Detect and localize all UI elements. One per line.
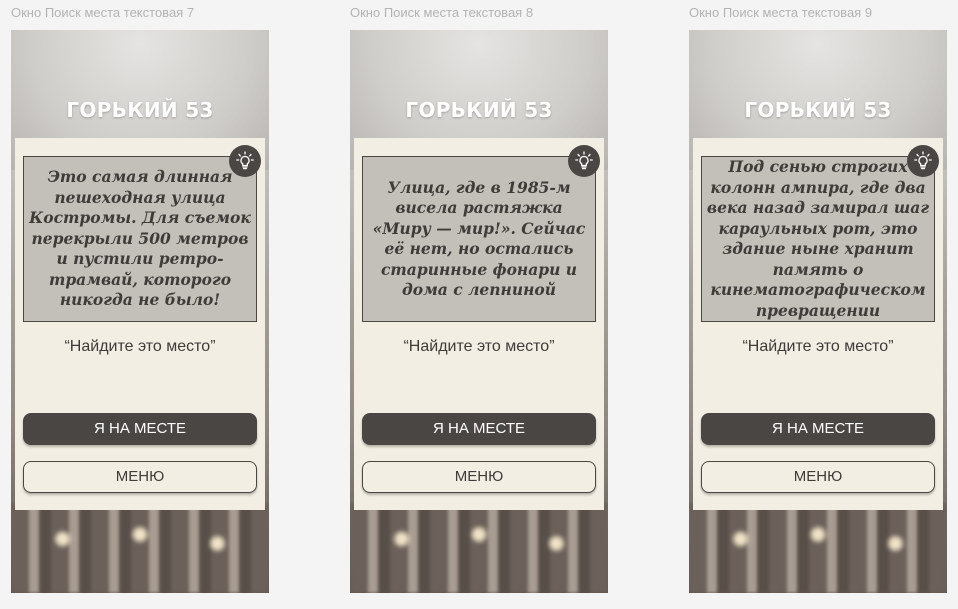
menu-button[interactable]: МЕНЮ: [23, 461, 257, 493]
menu-button[interactable]: МЕНЮ: [362, 461, 596, 493]
hint-button[interactable]: [229, 145, 261, 177]
task-card: Это самая длинная пешеходная улица Костр…: [15, 138, 265, 510]
i-am-here-button[interactable]: Я НА МЕСТЕ: [701, 413, 935, 445]
phone-screen: ГОРЬКИЙ 53 Под сенью строгих колонн ампи…: [689, 30, 947, 593]
clue-text: Улица, где в 1985-м висела растяжка «Мир…: [372, 177, 586, 300]
clue-box: Это самая длинная пешеходная улица Костр…: [23, 156, 257, 322]
hint-button[interactable]: [568, 145, 600, 177]
frame-label: Окно Поиск места текстовая 7: [11, 5, 195, 20]
clue-text: Это самая длинная пешеходная улица Костр…: [29, 167, 251, 310]
clue-box: Под сенью строгих колонн ампира, где два…: [701, 156, 935, 322]
find-place-prompt: “Найдите это место”: [742, 338, 894, 355]
menu-button[interactable]: МЕНЮ: [701, 461, 935, 493]
i-am-here-button[interactable]: Я НА МЕСТЕ: [362, 413, 596, 445]
frame-label: Окно Поиск места текстовая 9: [689, 5, 873, 20]
screen-title: ГОРЬКИЙ 53: [66, 98, 214, 122]
background-street: [11, 503, 269, 593]
hint-button[interactable]: [907, 145, 939, 177]
clue-text: Под сенью строгих колонн ампира, где два…: [706, 157, 930, 320]
background-street: [350, 503, 608, 593]
find-place-prompt: “Найдите это место”: [64, 338, 216, 355]
lightbulb-icon: [914, 151, 932, 170]
lightbulb-icon: [236, 151, 254, 170]
phone-screen: ГОРЬКИЙ 53 Улица, где в 1985-м висела ра…: [350, 30, 608, 593]
i-am-here-button[interactable]: Я НА МЕСТЕ: [23, 413, 257, 445]
phone-screen: ГОРЬКИЙ 53 Это самая длинная пешеходная …: [11, 30, 269, 593]
task-card: Улица, где в 1985-м висела растяжка «Мир…: [354, 138, 604, 510]
clue-box: Улица, где в 1985-м висела растяжка «Мир…: [362, 156, 596, 322]
background-street: [689, 503, 947, 593]
find-place-prompt: “Найдите это место”: [403, 338, 555, 355]
screen-title: ГОРЬКИЙ 53: [744, 98, 892, 122]
frame-label: Окно Поиск места текстовая 8: [350, 5, 534, 20]
task-card: Под сенью строгих колонн ампира, где два…: [693, 138, 943, 510]
lightbulb-icon: [575, 151, 593, 170]
screen-title: ГОРЬКИЙ 53: [405, 98, 553, 122]
